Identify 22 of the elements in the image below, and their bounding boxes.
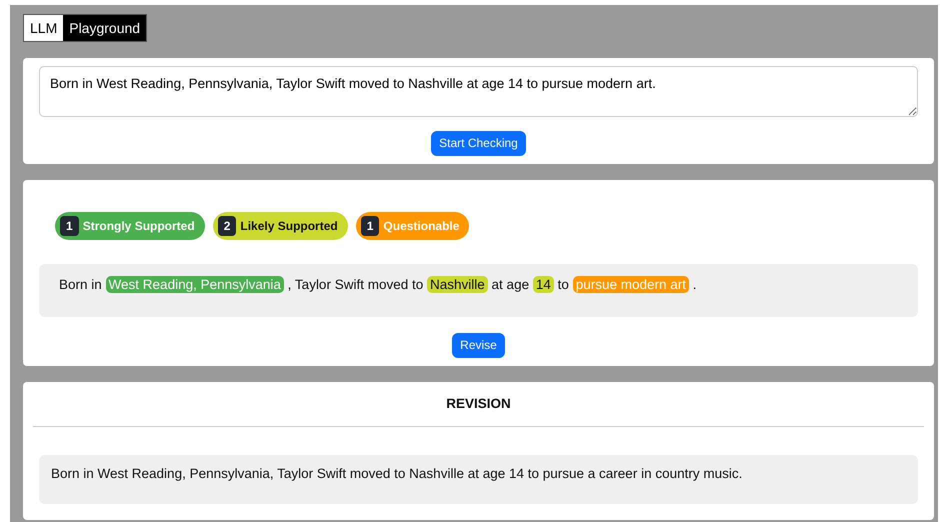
revision-heading: REVISION — [33, 382, 924, 427]
count-badge: 1 — [60, 216, 79, 236]
revision-text: Born in West Reading, Pennsylvania, Taylor Swift moved to Nashville at age 14 to pursue a career in country music. — [39, 455, 918, 504]
claim-highlight: 14 — [532, 276, 554, 292]
sentence-text: , Taylor Swift moved to — [288, 276, 424, 292]
legend-label: Strongly Supported — [82, 218, 195, 234]
count-badge: 2 — [218, 216, 236, 236]
count-badge: 1 — [360, 216, 380, 236]
claim-highlight: pursue modern art — [572, 276, 689, 292]
revise-button[interactable]: Revise — [452, 332, 505, 358]
start-checking-button[interactable]: Start Checking — [431, 130, 526, 156]
claim-input-field[interactable]: Born in West Reading, Pennsylvania, Taylor Swift moved to Nashville at age 14 to pursue modern art. — [39, 66, 918, 117]
sentence-text: Born in — [59, 276, 102, 292]
title-text: Playground — [63, 15, 146, 41]
title-text: LLM — [24, 15, 64, 41]
legend-label: Questionable — [383, 218, 460, 234]
claim-highlight: West Reading, Pennsylvania — [106, 276, 284, 292]
legend-label: Likely Supported — [240, 218, 338, 234]
sentence-text: at age — [492, 276, 530, 292]
sentence-text: to — [558, 276, 569, 292]
claim-highlight: Nashville — [427, 276, 488, 292]
sentence-text: . — [692, 276, 697, 292]
